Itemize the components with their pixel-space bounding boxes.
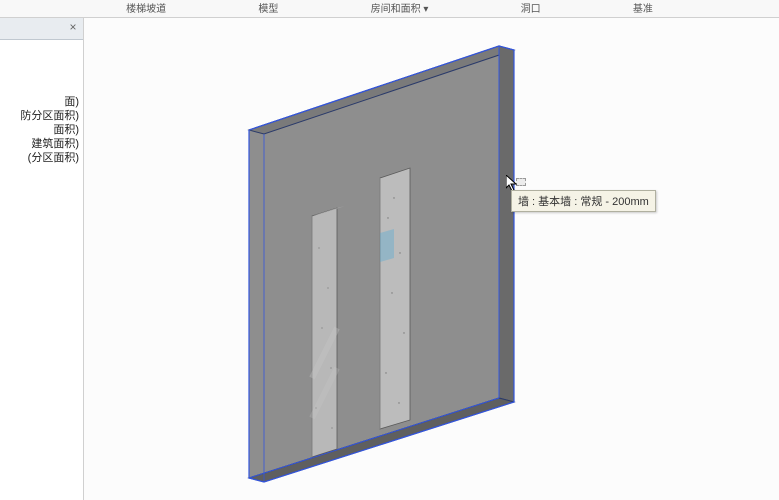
close-icon[interactable]: × (65, 20, 81, 36)
list-item[interactable]: 面) (0, 95, 81, 109)
viewport-3d[interactable]: 墙 : 基本墙 : 常规 - 200mm (84, 18, 779, 500)
ribbon-tabs: 楼梯坡道 模型 房间和面积 ▾ 洞口 基准 (0, 0, 779, 18)
list-item[interactable]: (分区面积) (0, 151, 81, 165)
side-panel: × 面) 防分区面积) 面积) 建筑面积) (分区面积) (0, 18, 84, 500)
ribbon-tab-0[interactable]: 楼梯坡道 (118, 0, 174, 15)
list-item[interactable]: 防分区面积) (0, 109, 81, 123)
ribbon-tab-2[interactable]: 房间和面积 ▾ (363, 0, 437, 15)
ribbon-tab-4[interactable]: 基准 (625, 0, 661, 15)
main-area: × 面) 防分区面积) 面积) 建筑面积) (分区面积) (0, 18, 779, 500)
panel-header: × (0, 18, 83, 40)
element-tooltip: 墙 : 基本墙 : 常规 - 200mm (511, 190, 656, 212)
side-items: 面) 防分区面积) 面积) 建筑面积) (分区面积) (0, 40, 83, 165)
wall-model[interactable] (84, 18, 779, 500)
ribbon-tab-1[interactable]: 模型 (250, 0, 286, 15)
hover-indicator-icon (516, 178, 526, 186)
list-item[interactable]: 面积) (0, 123, 81, 137)
ribbon-tab-3[interactable]: 洞口 (513, 0, 549, 15)
list-item[interactable]: 建筑面积) (0, 137, 81, 151)
